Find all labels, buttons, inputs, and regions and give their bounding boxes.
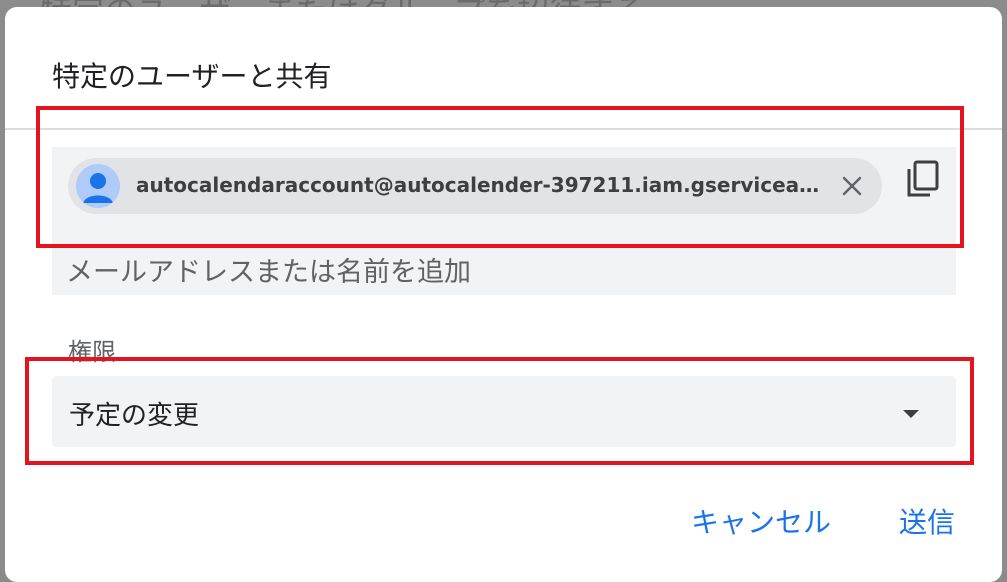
copy-icon[interactable] (905, 159, 941, 199)
recipient-chip[interactable]: autocalendaraccount@autocalender-397211.… (68, 158, 882, 214)
caret-down-icon (901, 405, 921, 418)
dialog-title: 特定のユーザーと共有 (52, 60, 332, 93)
permission-select[interactable]: 予定の変更 (52, 376, 956, 447)
recipient-input-area[interactable]: autocalendaraccount@autocalender-397211.… (52, 147, 956, 297)
title-divider (5, 128, 1002, 130)
permission-label: 権限 (68, 338, 116, 366)
send-button[interactable]: 送信 (899, 501, 955, 541)
permission-selected-value: 予定の変更 (69, 401, 200, 431)
person-icon (76, 164, 120, 208)
close-icon[interactable] (840, 174, 864, 198)
cancel-button[interactable]: キャンセル (691, 501, 831, 541)
recipient-input[interactable] (66, 247, 866, 297)
recipient-email: autocalendaraccount@autocalender-397211.… (136, 173, 826, 197)
share-dialog: 特定のユーザーと共有 autocalendaraccount@autocalen… (5, 7, 1002, 582)
